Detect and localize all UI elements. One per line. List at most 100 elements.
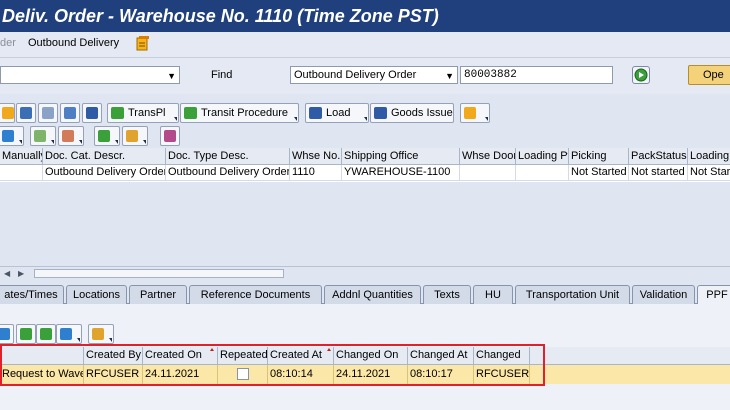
column-header[interactable]: Created At: [268, 347, 334, 365]
table-cell: Not started: [629, 165, 688, 181]
save-icon: [86, 107, 98, 119]
tab-locations[interactable]: Locations: [66, 285, 127, 304]
column-header[interactable]: Whse No.: [290, 148, 342, 165]
sum-icon: [34, 130, 46, 142]
warehouse-selection-combo[interactable]: ▼: [0, 66, 180, 84]
column-header[interactable]: [0, 347, 84, 365]
column-header[interactable]: Created On: [143, 347, 218, 365]
tab-transportation-unit[interactable]: Transportation Unit: [515, 285, 630, 304]
column-header[interactable]: Doc. Type Desc.: [166, 148, 290, 165]
transpl-button[interactable]: TransPl: [107, 103, 179, 123]
chevron-down-icon[interactable]: [109, 338, 112, 342]
find-type-combo[interactable]: Outbound Delivery Order ▼: [290, 66, 458, 84]
filter-button[interactable]: [0, 126, 24, 146]
find-type-value: Outbound Delivery Order: [294, 69, 417, 81]
tab-addnl-quantities[interactable]: Addnl Quantities: [324, 285, 421, 304]
tab-partner[interactable]: Partner: [129, 285, 187, 304]
tab-hu[interactable]: HU: [473, 285, 513, 304]
tab-texts[interactable]: Texts: [423, 285, 471, 304]
chevron-down-icon[interactable]: [143, 140, 146, 144]
tab-reference-documents[interactable]: Reference Documents: [189, 285, 322, 304]
table-cell: Request to Wave: [0, 365, 84, 384]
filter-button[interactable]: [56, 324, 82, 344]
copy-icon: [42, 107, 54, 119]
column-header[interactable]: Changed: [474, 347, 530, 365]
sort-descending-icon: [40, 328, 52, 340]
layout-button[interactable]: [88, 324, 114, 344]
column-header[interactable]: Repeated: [218, 347, 268, 365]
menu-item-outbound-delivery[interactable]: Outbound Delivery: [28, 37, 119, 49]
goods-issue-button[interactable]: Goods Issue: [370, 103, 454, 123]
table-row[interactable]: Request to Wave RFCUSER 24.11.2021 08:10…: [0, 365, 730, 384]
save-button[interactable]: [82, 103, 102, 123]
column-header[interactable]: Picking: [569, 148, 629, 165]
table-empty-area: [0, 182, 730, 266]
chevron-down-icon[interactable]: [19, 140, 22, 144]
column-header[interactable]: Manually: [0, 148, 43, 165]
sum-button[interactable]: [30, 126, 56, 146]
table-row[interactable]: Outbound Delivery Order Outbound Deliver…: [0, 165, 730, 181]
subtotal-button[interactable]: [58, 126, 84, 146]
find-label: Find: [211, 69, 233, 81]
repeated-checkbox[interactable]: [237, 368, 249, 380]
chevron-down-icon[interactable]: ▼: [167, 68, 176, 83]
transit-procedure-button[interactable]: Transit Procedure: [180, 103, 299, 123]
column-header[interactable]: Doc. Cat. Descr.: [43, 148, 166, 165]
chevron-down-icon[interactable]: [51, 140, 54, 144]
print-icon: [464, 107, 476, 119]
tab-validation[interactable]: Validation: [632, 285, 695, 304]
column-header[interactable]: Changed At: [408, 347, 474, 365]
document-number-input[interactable]: 80003882: [460, 66, 613, 84]
export-button[interactable]: [94, 126, 120, 146]
column-header[interactable]: Loading: [688, 148, 730, 165]
table-cell: 1110: [290, 165, 342, 181]
pencil-icon[interactable]: [0, 103, 15, 123]
tab-strip: ates/Times Locations Partner Reference D…: [0, 285, 730, 304]
load-button[interactable]: Load: [305, 103, 369, 123]
chevron-down-icon[interactable]: [174, 117, 177, 121]
chevron-down-icon[interactable]: [77, 338, 80, 342]
column-header[interactable]: Whse Door: [460, 148, 516, 165]
open-button[interactable]: Ope: [688, 65, 730, 85]
chevron-down-icon[interactable]: [79, 140, 82, 144]
horizontal-scrollbar[interactable]: ◀ ▶: [0, 266, 730, 280]
table-cell: RFCUSER: [474, 365, 530, 384]
main-toolbar: TransPl Transit Procedure Load Goods Iss…: [0, 103, 730, 125]
check-icon: [111, 107, 124, 119]
column-header[interactable]: Created By: [84, 347, 143, 365]
tab-dates-times[interactable]: ates/Times: [0, 285, 64, 304]
chevron-down-icon[interactable]: [294, 117, 297, 121]
chevron-down-icon[interactable]: ▼: [445, 68, 454, 83]
table-cell: 24.11.2021: [334, 365, 408, 384]
scrollbar-thumb[interactable]: [34, 269, 284, 278]
menu-item-order[interactable]: der: [0, 37, 16, 49]
layout-icon: [126, 130, 138, 142]
column-header[interactable]: PackStatus: [629, 148, 688, 165]
refresh-button[interactable]: [60, 103, 80, 123]
details-button[interactable]: [160, 126, 180, 146]
table-cell: RFCUSER: [84, 365, 143, 384]
print-button[interactable]: [460, 103, 490, 123]
table-cell: Outbound Delivery Order: [43, 165, 166, 181]
delete-button[interactable]: [16, 103, 36, 123]
chevron-down-icon[interactable]: [115, 140, 118, 144]
trash-icon: [20, 107, 32, 119]
scroll-right-icon[interactable]: ▶: [18, 269, 24, 278]
chevron-down-icon[interactable]: [364, 117, 367, 121]
sort-descending-button[interactable]: [36, 324, 56, 344]
execute-search-button[interactable]: [632, 66, 650, 84]
tab-ppf[interactable]: PPF: [697, 285, 730, 304]
copy-button[interactable]: [38, 103, 58, 123]
scroll-left-icon[interactable]: ◀: [4, 269, 10, 278]
document-edit-icon[interactable]: [136, 36, 150, 52]
column-header[interactable]: Loading Pt: [516, 148, 569, 165]
layout-button[interactable]: [122, 126, 148, 146]
ppf-panel: Created By Created On Repeated Created A…: [0, 304, 730, 410]
column-header[interactable]: Shipping Office: [342, 148, 460, 165]
column-header[interactable]: Changed On: [334, 347, 408, 365]
details-button[interactable]: [0, 324, 14, 344]
find-bar: ▼ Find Outbound Delivery Order ▼ 8000388…: [0, 58, 730, 94]
chevron-down-icon[interactable]: [485, 117, 488, 121]
table-cell: Outbound Delivery Order: [166, 165, 290, 181]
sort-ascending-button[interactable]: [16, 324, 36, 344]
